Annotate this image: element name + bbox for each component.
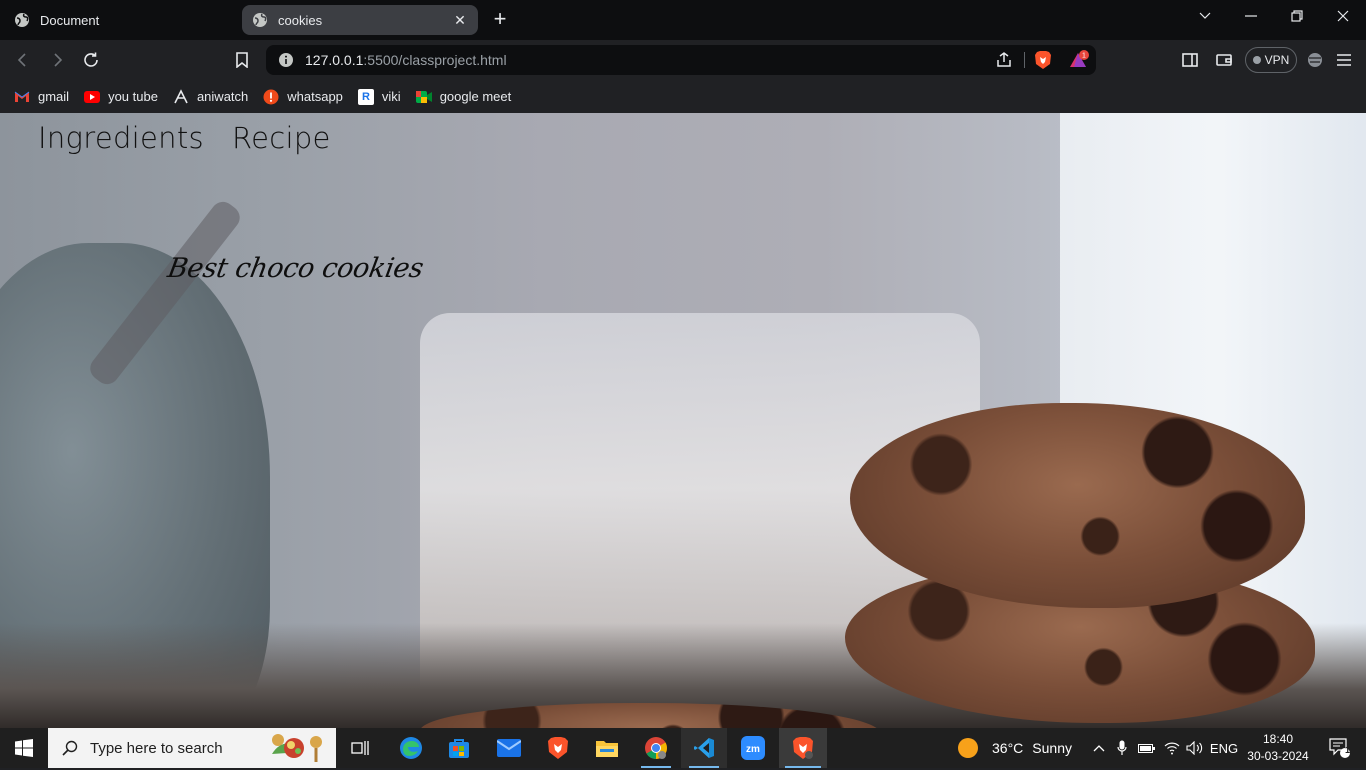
bookmark-label: aniwatch: [196, 89, 249, 104]
weather-temp: 36°C: [992, 740, 1024, 756]
whatsapp-icon: [263, 89, 279, 105]
search-placeholder: Type here to search: [90, 739, 223, 757]
weather-widget[interactable]: 36°C Sunny: [958, 728, 1086, 768]
notification-center-icon[interactable]: 1: [1318, 728, 1362, 768]
edge-icon[interactable]: [388, 728, 434, 768]
clock-time: 18:40: [1262, 732, 1294, 746]
chevron-up-icon[interactable]: [1090, 728, 1108, 768]
task-view-icon[interactable]: [338, 728, 382, 768]
clock-date: 30-03-2024: [1247, 749, 1309, 763]
taskbar-clock[interactable]: 18:40 30-03-2024: [1246, 731, 1310, 765]
weather-condition: Sunny: [1032, 740, 1072, 756]
minimize-button[interactable]: [1228, 0, 1274, 32]
sun-icon: [958, 738, 978, 758]
browser-toolbar: 127.0.0.1:5500/classproject.html 1 VPN: [0, 40, 1366, 80]
wallet-icon[interactable]: [1212, 48, 1236, 72]
close-window-button[interactable]: [1320, 0, 1366, 32]
tab-title: Document: [40, 12, 100, 28]
vscode-icon[interactable]: [681, 728, 727, 768]
tab-strip: Document cookies ✕ +: [0, 0, 1366, 40]
extensions-icon[interactable]: [1303, 48, 1327, 72]
rewards-badge-count: 1: [1082, 53, 1086, 60]
separator: [1024, 52, 1025, 68]
bookmark-icon[interactable]: [230, 48, 254, 72]
aniwatch-icon: [173, 88, 189, 105]
bookmark-whatsapp[interactable]: whatsapp: [263, 89, 343, 105]
address-bar[interactable]: 127.0.0.1:5500/classproject.html 1: [266, 45, 1096, 75]
tab-document[interactable]: Document: [4, 5, 236, 35]
vpn-button[interactable]: VPN: [1245, 47, 1297, 73]
url-path: :5500/classproject.html: [363, 52, 507, 68]
bookmark-gmail[interactable]: gmail: [14, 89, 69, 105]
brave-window-icon[interactable]: [779, 728, 827, 768]
back-button[interactable]: [11, 48, 35, 72]
new-tab-button[interactable]: +: [488, 8, 512, 32]
vpn-label: VPN: [1264, 53, 1290, 67]
battery-icon[interactable]: [1137, 728, 1157, 768]
sidebar-icon[interactable]: [1178, 48, 1202, 72]
url-text[interactable]: 127.0.0.1:5500/classproject.html: [305, 52, 507, 68]
bookmark-aniwatch[interactable]: aniwatch: [173, 88, 249, 105]
close-tab-icon[interactable]: ✕: [452, 12, 468, 28]
zoom-icon[interactable]: zm: [730, 728, 776, 768]
tab-cookies[interactable]: cookies ✕: [242, 5, 478, 35]
page-nav: Ingredients Recipe: [38, 121, 359, 155]
brave-shields-icon[interactable]: [1034, 50, 1052, 75]
nav-link-recipe[interactable]: Recipe: [232, 121, 331, 155]
menu-icon[interactable]: [1332, 48, 1356, 72]
bookmark-youtube[interactable]: you tube: [84, 89, 158, 105]
windows-taskbar: Type here to search zm 36°C Sunny ENG 18…: [0, 728, 1366, 768]
tab-search-chevron-icon[interactable]: [1182, 0, 1228, 32]
brave-rewards-icon[interactable]: 1: [1068, 50, 1090, 75]
forward-button[interactable]: [45, 48, 69, 72]
bookmark-viki[interactable]: R viki: [357, 88, 401, 105]
language-indicator[interactable]: ENG: [1208, 728, 1240, 768]
site-info-icon[interactable]: [278, 52, 294, 68]
google-meet-icon: [415, 89, 432, 105]
nav-link-ingredients[interactable]: Ingredients: [38, 121, 204, 155]
bookmark-label: whatsapp: [287, 89, 343, 104]
page-viewport: Ingredients Recipe Best choco cookies: [0, 113, 1366, 728]
tab-title: cookies: [278, 12, 323, 28]
reload-button[interactable]: [79, 48, 103, 72]
microphone-icon[interactable]: [1113, 728, 1131, 768]
globe-icon: [14, 12, 30, 28]
mail-icon[interactable]: [486, 728, 532, 768]
microsoft-store-icon[interactable]: [436, 728, 482, 768]
bookmark-label: viki: [381, 89, 401, 104]
search-highlight-icon: [258, 730, 330, 770]
hero-title: Best choco cookies: [165, 253, 426, 284]
bookmark-label: you tube: [108, 89, 158, 104]
volume-icon[interactable]: [1185, 728, 1205, 768]
viki-icon: R: [357, 88, 374, 105]
youtube-icon: [84, 89, 101, 105]
bookmark-label: google meet: [439, 89, 512, 104]
start-button[interactable]: [0, 728, 48, 768]
globe-icon: [252, 12, 268, 28]
notification-count: 1: [1345, 745, 1351, 755]
wifi-icon[interactable]: [1162, 728, 1182, 768]
url-host: 127.0.0.1: [305, 52, 364, 68]
share-icon[interactable]: [995, 51, 1013, 74]
vpn-status-dot: [1252, 56, 1261, 64]
restore-button[interactable]: [1274, 0, 1320, 32]
file-explorer-icon[interactable]: [584, 728, 630, 768]
taskbar-search[interactable]: Type here to search: [48, 728, 336, 768]
svg-text:zm: zm: [746, 744, 760, 755]
bookmark-label: gmail: [38, 89, 70, 104]
search-icon: [62, 740, 78, 756]
gmail-icon: [14, 89, 30, 105]
bookmark-google-meet[interactable]: google meet: [415, 89, 512, 105]
bookmarks-bar: gmail you tube aniwatch whatsapp R viki …: [0, 80, 1366, 113]
brave-browser-icon[interactable]: [535, 728, 581, 768]
chrome-icon[interactable]: [633, 728, 679, 768]
windows-logo-icon: [15, 739, 33, 757]
